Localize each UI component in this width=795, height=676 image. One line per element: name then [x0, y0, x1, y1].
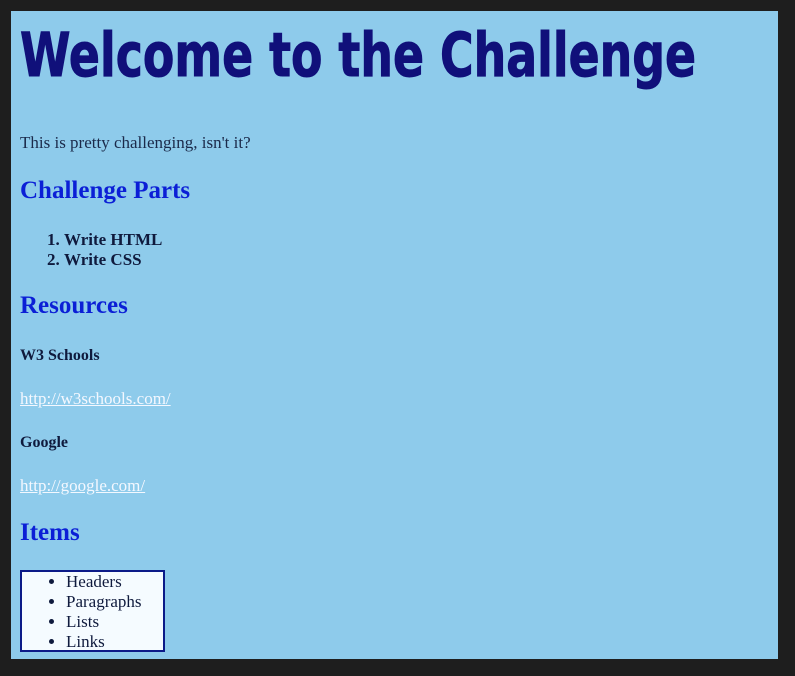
resources-heading: Resources [20, 292, 128, 319]
items-list: Headers Paragraphs Lists Links [22, 572, 163, 652]
list-item: Links [66, 632, 163, 652]
list-item: Write CSS [64, 250, 162, 270]
resource-name-w3schools: W3 Schools [20, 347, 100, 364]
resource-name-google: Google [20, 434, 68, 451]
list-item: Lists [66, 612, 163, 632]
page-title: Welcome to the Challenge [20, 19, 697, 91]
w3schools-link[interactable]: http://w3schools.com/ [20, 389, 171, 409]
items-box: Headers Paragraphs Lists Links [20, 570, 165, 652]
list-item: Headers [66, 572, 163, 592]
google-link[interactable]: http://google.com/ [20, 476, 145, 496]
items-heading: Items [20, 519, 80, 546]
challenge-parts-list: Write HTML Write CSS [20, 230, 162, 270]
challenge-parts-heading: Challenge Parts [20, 177, 191, 204]
intro-paragraph: This is pretty challenging, isn't it? [20, 133, 251, 152]
browser-viewport: Welcome to the Challenge This is pretty … [11, 11, 778, 659]
list-item: Paragraphs [66, 592, 163, 612]
list-item: Write HTML [64, 230, 162, 250]
